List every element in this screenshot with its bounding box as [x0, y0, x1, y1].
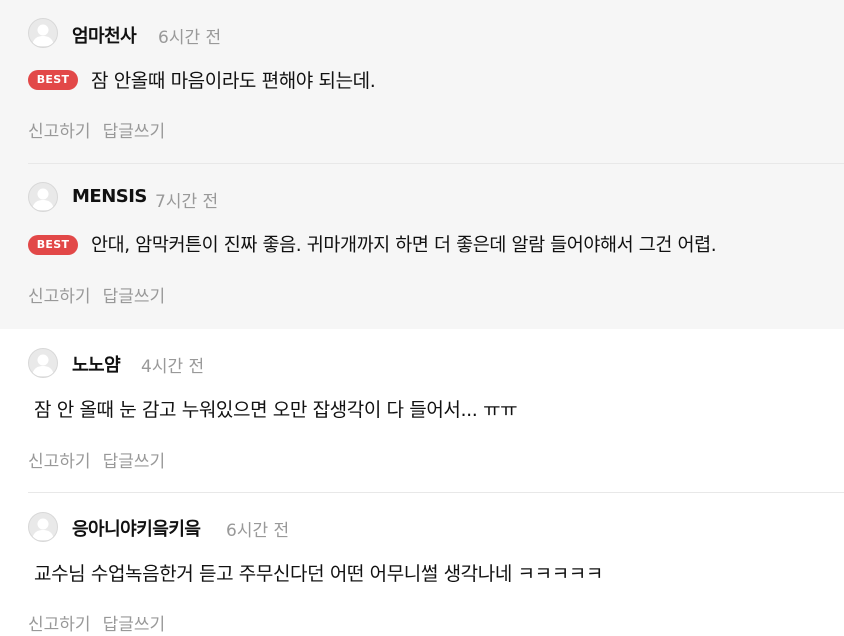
comment-time: 4시간 전	[141, 357, 205, 377]
reply-button[interactable]: 답글쓰기	[103, 615, 166, 635]
user-avatar-icon[interactable]	[28, 348, 58, 378]
reply-button[interactable]: 답글쓰기	[103, 452, 166, 472]
comment-nickname[interactable]: MENSIS	[72, 186, 147, 207]
comment-text: 잠 안올때 마음이라도 편해야 되는데.	[91, 70, 376, 92]
user-avatar-icon[interactable]	[28, 512, 58, 542]
comment-item: MENSIS 7시간 전 BEST 안대, 암막커튼이 진짜 좋음. 귀마개까지…	[0, 164, 844, 329]
report-button[interactable]: 신고하기	[28, 287, 91, 307]
comment-actions: 신고하기 답글쓰기	[28, 610, 165, 635]
best-badge: BEST	[28, 70, 78, 90]
comment-item: 응아니야키읔키읔 6시간 전 교수님 수업녹음한거 듣고 주무신다던 어떤 어무…	[0, 493, 844, 636]
comment-nickname[interactable]: 엄마천사	[72, 22, 137, 48]
comment-text: 안대, 암막커튼이 진짜 좋음. 귀마개까지 하면 더 좋은데 알람 들어야해서…	[91, 235, 717, 256]
reply-button[interactable]: 답글쓰기	[103, 122, 166, 142]
reply-button[interactable]: 답글쓰기	[103, 287, 166, 307]
user-avatar-icon[interactable]	[28, 18, 58, 48]
comment-nickname[interactable]: 노노얌	[72, 351, 121, 377]
comment-item: 엄마천사 6시간 전 BEST 잠 안올때 마음이라도 편해야 되는데. 신고하…	[0, 0, 844, 164]
report-button[interactable]: 신고하기	[28, 615, 91, 635]
comment-text: 교수님 수업녹음한거 듣고 주무신다던 어떤 어무니썰 생각나네 ㅋㅋㅋㅋㅋ	[34, 563, 603, 585]
comment-text: 잠 안 올때 눈 감고 누워있으면 오만 잡생각이 다 들어서... ㅠㅠ	[34, 399, 518, 421]
report-button[interactable]: 신고하기	[28, 122, 91, 142]
comment-actions: 신고하기 답글쓰기	[28, 117, 165, 142]
report-button[interactable]: 신고하기	[28, 452, 91, 472]
comment-list: 엄마천사 6시간 전 BEST 잠 안올때 마음이라도 편해야 되는데. 신고하…	[0, 0, 844, 636]
comment-actions: 신고하기 답글쓰기	[28, 282, 165, 307]
comment-time: 6시간 전	[158, 28, 222, 48]
comment-actions: 신고하기 답글쓰기	[28, 447, 165, 472]
comment-time: 6시간 전	[226, 521, 290, 541]
comment-time: 7시간 전	[155, 192, 219, 212]
user-avatar-icon[interactable]	[28, 182, 58, 212]
best-badge: BEST	[28, 235, 78, 255]
comment-item: 노노얌 4시간 전 잠 안 올때 눈 감고 누워있으면 오만 잡생각이 다 들어…	[0, 329, 844, 493]
comment-nickname[interactable]: 응아니야키읔키읔	[72, 515, 201, 541]
